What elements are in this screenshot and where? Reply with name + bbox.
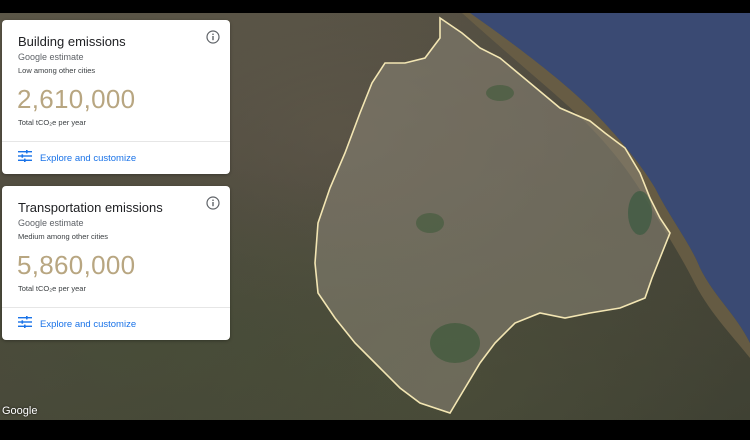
card-divider — [2, 307, 230, 308]
emissions-value: 5,860,000 — [17, 250, 136, 280]
estimate-source: Google estimate — [18, 218, 84, 228]
explore-customize-button[interactable]: Explore and customize — [18, 150, 136, 166]
tune-icon — [18, 149, 32, 167]
explore-customize-label: Explore and customize — [40, 318, 137, 330]
google-attribution: Google — [2, 405, 38, 417]
explore-customize-button[interactable]: Explore and customize — [18, 316, 136, 332]
park-patch — [486, 85, 514, 101]
park-patch — [628, 191, 652, 235]
park-patch — [430, 323, 480, 363]
comparison-text: Medium among other cities — [18, 232, 109, 241]
card-divider — [2, 141, 230, 142]
emissions-unit: Total tCO₂e per year — [18, 118, 86, 127]
building-emissions-card: Building emissions Google estimate Low a… — [2, 20, 230, 174]
emissions-unit: Total tCO₂e per year — [18, 284, 86, 293]
app-frame: Building emissions Google estimate Low a… — [0, 0, 750, 440]
transportation-emissions-card: Transportation emissions Google estimate… — [2, 186, 230, 340]
comparison-text: Low among other cities — [18, 66, 96, 75]
tune-icon — [18, 315, 32, 333]
card-title: Building emissions — [18, 34, 126, 49]
explore-customize-label: Explore and customize — [40, 152, 137, 164]
park-patch — [416, 213, 444, 233]
info-icon[interactable] — [206, 196, 220, 210]
estimate-source: Google estimate — [18, 52, 84, 62]
card-title: Transportation emissions — [18, 200, 163, 215]
info-icon[interactable] — [206, 30, 220, 44]
emissions-value: 2,610,000 — [17, 84, 136, 114]
